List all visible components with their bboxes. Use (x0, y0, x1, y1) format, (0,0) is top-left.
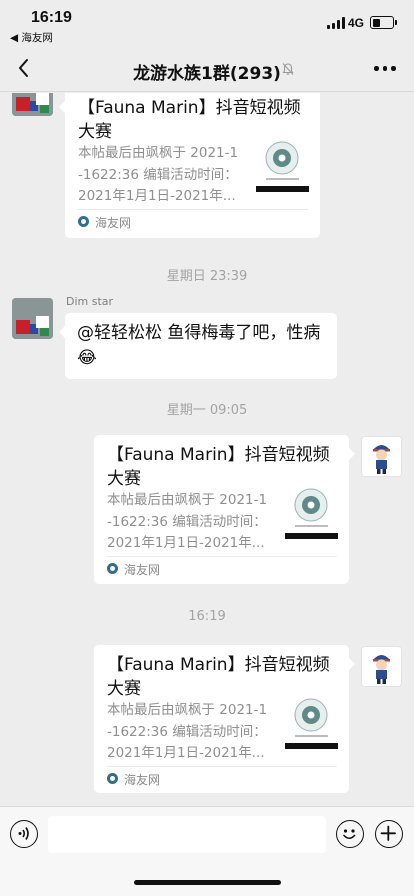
source-name: 海友网 (95, 216, 132, 230)
status-bar: 16:19 ◀ 海友网 4G (0, 0, 414, 46)
link-card-description: 本帖最后由飒枫于 2021-1 -1622:36 编辑活动时间： 2021年1月… (107, 702, 268, 761)
sender-avatar[interactable] (12, 93, 53, 116)
laughing-emoji-icon: 😂 (77, 348, 97, 368)
message-link-card[interactable]: 【Fauna Marin】抖音短视频大赛 本帖最后由飒枫于 2021-1 -16… (59, 93, 320, 238)
divider (106, 556, 337, 557)
home-indicator[interactable] (134, 880, 281, 885)
more-functions-plus-icon[interactable] (375, 820, 403, 848)
source-name: 海友网 (124, 563, 161, 577)
link-card-thumbnail (285, 693, 338, 750)
source-logo-icon (78, 216, 89, 227)
link-card-description: 本帖最后由飒枫于 2021-1 -1622:36 编辑活动时间： 2021年1月… (107, 492, 268, 551)
mute-bell-icon (282, 63, 294, 75)
chat-title: 龙游水族1群(293) (133, 64, 281, 84)
signal-icon (327, 17, 345, 29)
message-list[interactable]: 【Fauna Marin】抖音短视频大赛 本帖最后由飒枫于 2021-1 -16… (0, 93, 414, 806)
timestamp: 星期一 09:05 (166, 403, 248, 418)
timestamp: 星期日 23:39 (166, 269, 248, 284)
divider (106, 766, 337, 767)
battery-icon (370, 16, 397, 29)
network-type: 4G (348, 16, 365, 30)
more-options-icon[interactable] (374, 66, 396, 72)
source-logo-icon (107, 563, 118, 574)
chat-header: 龙游水族1群(293) (0, 46, 414, 92)
timestamp: 16:19 (188, 609, 226, 624)
link-card-thumbnail (256, 136, 309, 193)
status-time: 16:19 (31, 9, 72, 26)
message-link-card[interactable]: 【Fauna Marin】抖音短视频大赛 本帖最后由飒枫于 2021-1 -16… (94, 435, 355, 584)
message-link-card[interactable]: 【Fauna Marin】抖音短视频大赛 本帖最后由飒枫于 2021-1 -16… (94, 645, 355, 793)
emoji-icon[interactable] (336, 820, 364, 848)
link-card-description: 本帖最后由飒枫于 2021-1 -1622:36 编辑活动时间： 2021年1月… (78, 145, 239, 204)
my-avatar[interactable] (361, 646, 402, 687)
voice-input-icon[interactable] (10, 820, 38, 848)
divider (77, 209, 308, 210)
message-bubble[interactable]: @轻轻松松 鱼得梅毒了吧，性病 😂 (59, 313, 337, 379)
sender-name: Dim star (66, 295, 114, 308)
source-name: 海友网 (124, 773, 161, 787)
message-input[interactable] (48, 816, 326, 853)
sender-avatar[interactable] (12, 298, 53, 339)
my-avatar[interactable] (361, 436, 402, 477)
message-text: @轻轻松松 鱼得梅毒了吧，性病 (77, 323, 321, 343)
back-to-app-link[interactable]: ◀ 海友网 (10, 30, 53, 45)
link-card-thumbnail (285, 483, 338, 540)
source-logo-icon (107, 773, 118, 784)
